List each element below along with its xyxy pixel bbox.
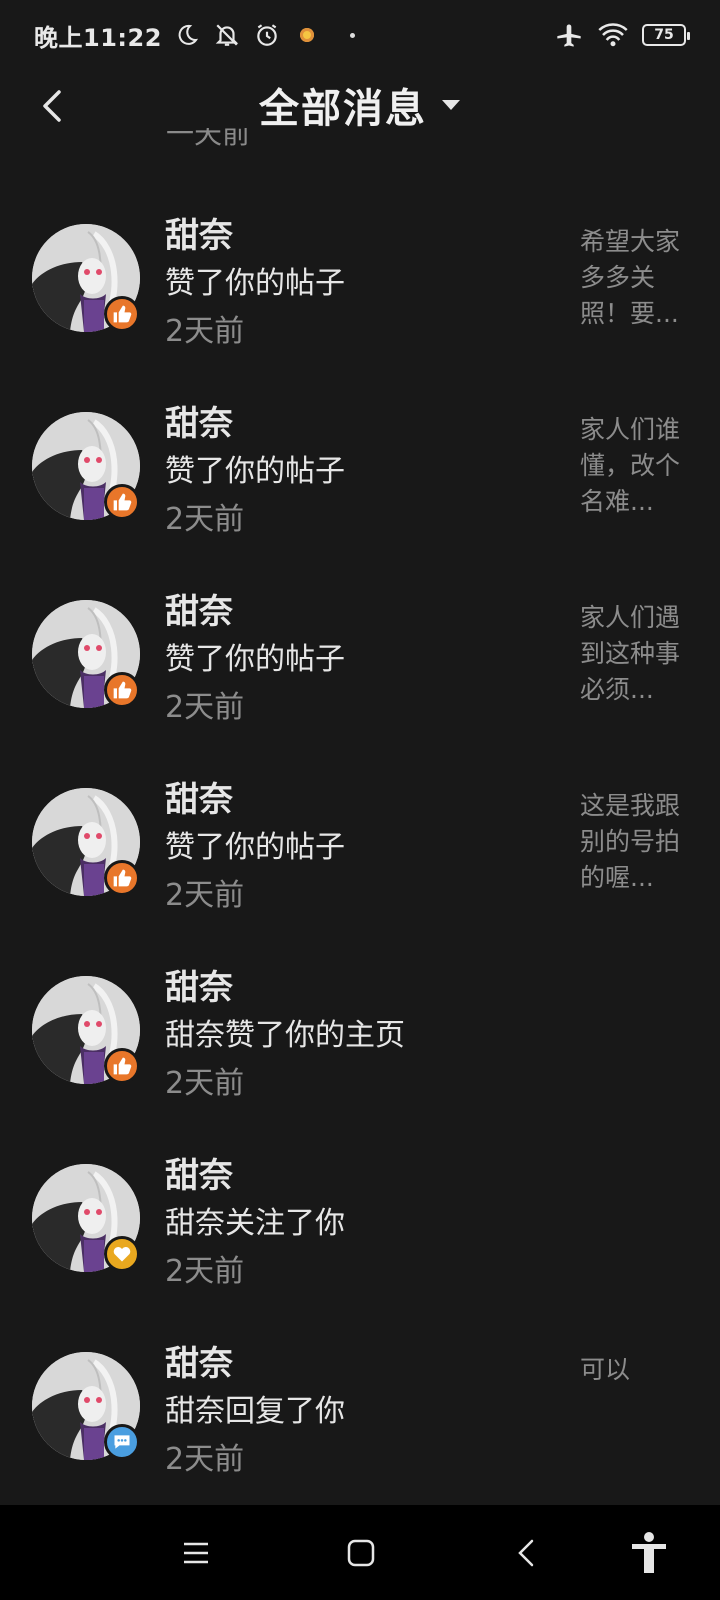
- page-title: 全部消息: [259, 86, 427, 132]
- chevron-left-icon: [43, 90, 61, 122]
- battery-level: 75: [654, 27, 674, 43]
- sender-name[interactable]: 甜奈: [165, 396, 233, 445]
- post-preview[interactable]: 希望大家多多关照！要...: [580, 224, 700, 332]
- message-action: 赞了你的帖子: [165, 830, 345, 865]
- sender-name[interactable]: 甜奈: [165, 960, 233, 1009]
- header: 全部消息: [0, 70, 720, 140]
- status-time: 晚上11:22: [34, 23, 162, 52]
- message-time: 2天前: [165, 1254, 245, 1289]
- home-square-icon: [347, 1539, 375, 1567]
- menu-icon: [184, 1542, 208, 1564]
- message-action: 赞了你的帖子: [165, 642, 345, 677]
- chat-bubble-icon: [104, 1424, 140, 1460]
- thumbs-up-icon: [104, 860, 140, 896]
- sender-name[interactable]: 甜奈: [165, 1336, 233, 1385]
- status-bar: 晚上11:22 75: [0, 0, 720, 70]
- message-time: 2天前: [165, 690, 245, 725]
- dot-icon: [349, 32, 355, 38]
- message-time: 2天前: [165, 1442, 245, 1477]
- post-preview[interactable]: 家人们谁懂，改个名难...: [580, 412, 700, 520]
- bell-off-icon: [212, 20, 242, 50]
- airplane-icon: [554, 20, 584, 50]
- message-item[interactable]: 甜奈甜奈关注了你 2天前: [0, 1120, 720, 1308]
- moon-icon: [172, 20, 202, 50]
- message-action: 甜奈回复了你: [165, 1394, 345, 1429]
- home-button[interactable]: [337, 1529, 385, 1577]
- message-item[interactable]: 甜奈甜奈回复了你 2天前 可以: [0, 1308, 720, 1496]
- message-action: 赞了你的帖子: [165, 266, 345, 301]
- cut-off-timestamp: 一天前: [166, 128, 251, 150]
- message-action: 甜奈赞了你的主页: [165, 1018, 405, 1053]
- message-item[interactable]: 甜奈赞了你的帖子 2天前 家人们谁懂，改个名难...: [0, 368, 720, 556]
- back-icon: [518, 1539, 534, 1567]
- message-time: 2天前: [165, 502, 245, 537]
- heart-icon: [104, 1236, 140, 1272]
- thumbs-up-icon: [104, 296, 140, 332]
- post-preview[interactable]: 这是我跟别的号拍的喔...: [580, 788, 700, 896]
- message-item[interactable]: 甜奈赞了你的帖子 2天前 希望大家多多关照！要...: [0, 180, 720, 368]
- battery-icon: 75: [642, 24, 690, 46]
- thumbs-up-icon: [104, 672, 140, 708]
- message-action: 甜奈关注了你: [165, 1206, 345, 1241]
- flower-icon: [292, 20, 322, 50]
- sender-name[interactable]: 甜奈: [165, 584, 233, 633]
- thumbs-up-icon: [104, 484, 140, 520]
- message-item[interactable]: 甜奈赞了你的帖子 2天前 这是我跟别的号拍的喔...: [0, 744, 720, 932]
- status-left: 晚上11:22: [34, 18, 355, 53]
- wifi-icon: [598, 20, 628, 50]
- screen: 晚上11:22 75 全部消息 一天前 甜奈 赞了你的帖子 2天前 希望大家多多…: [0, 0, 720, 1600]
- menu-button[interactable]: [172, 1529, 220, 1577]
- nav-back-button[interactable]: [503, 1529, 551, 1577]
- accessibility-icon: [632, 1532, 666, 1573]
- message-time: 2天前: [165, 878, 245, 913]
- alarm-icon: [252, 20, 282, 50]
- thumbs-up-icon: [104, 1048, 140, 1084]
- message-item[interactable]: 甜奈甜奈赞了你的主页 2天前: [0, 932, 720, 1120]
- post-preview[interactable]: 家人们遇到这种事必须...: [580, 600, 700, 708]
- system-nav-bar: [0, 1505, 720, 1600]
- status-right: 75: [554, 20, 690, 50]
- accessibility-button[interactable]: [625, 1529, 673, 1577]
- sender-name[interactable]: 甜奈: [165, 772, 233, 821]
- caret-down-icon: [442, 100, 460, 110]
- sender-name[interactable]: 甜奈: [165, 1148, 233, 1197]
- sender-name[interactable]: 甜奈: [165, 208, 233, 257]
- message-time: 2天前: [165, 314, 245, 349]
- message-list: 甜奈 赞了你的帖子 2天前 希望大家多多关照！要... 甜奈 赞了你的帖子 2天前 家人们谁懂…: [0, 180, 720, 1496]
- back-button[interactable]: [28, 82, 76, 130]
- post-preview[interactable]: 可以: [580, 1352, 700, 1388]
- message-item[interactable]: 甜奈赞了你的帖子 2天前 家人们遇到这种事必须...: [0, 556, 720, 744]
- message-time: 2天前: [165, 1066, 245, 1101]
- message-filter-dropdown[interactable]: 全部消息: [259, 76, 461, 134]
- message-action: 赞了你的帖子: [165, 454, 345, 489]
